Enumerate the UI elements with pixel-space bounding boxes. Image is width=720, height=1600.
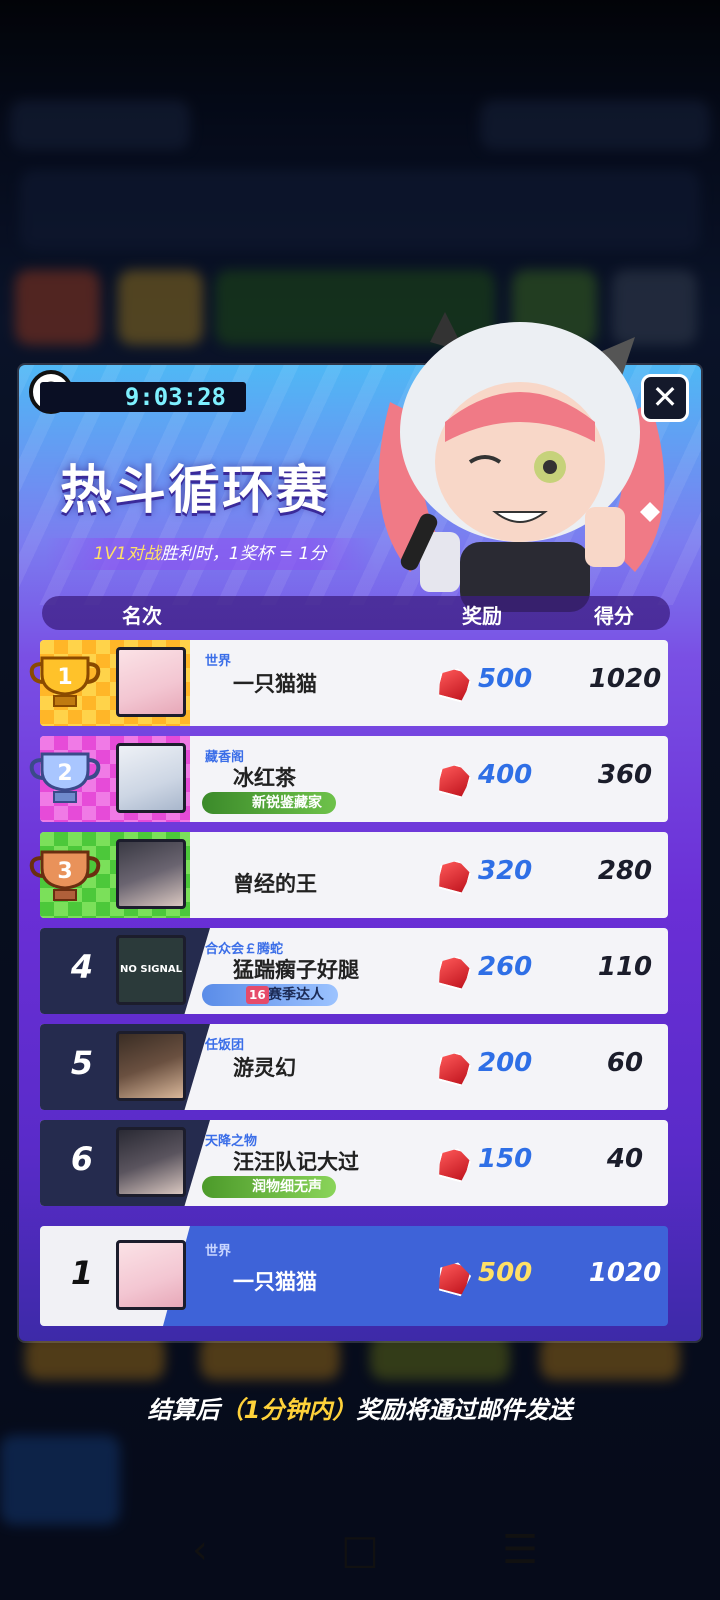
notice-part-1: 结算后 bbox=[147, 1396, 220, 1424]
page-title: 热斗循环赛 bbox=[60, 461, 331, 521]
guild-name: 世界 bbox=[205, 1244, 232, 1259]
player-name: 游灵幻 bbox=[233, 1056, 296, 1080]
rule-text: 1V1对战胜利时，1奖杯 = 1分 bbox=[45, 538, 375, 570]
system-nav-bar: ‹ □ ☰ bbox=[0, 1500, 720, 1600]
trophy-rank-2: 2 bbox=[57, 761, 72, 786]
silver-trophy-icon: 2 bbox=[29, 752, 101, 803]
gem-icon bbox=[434, 1144, 473, 1183]
gem-icon bbox=[434, 760, 473, 799]
gem-icon bbox=[434, 1258, 473, 1297]
score-value: 1020 bbox=[588, 664, 662, 694]
score-value: 110 bbox=[597, 952, 653, 982]
title-badge: 润物细无声 bbox=[202, 1176, 336, 1198]
back-icon[interactable]: ‹ bbox=[170, 1528, 230, 1572]
avatar bbox=[116, 1240, 186, 1310]
avatar bbox=[116, 743, 186, 813]
player-name: 冰红茶 bbox=[233, 766, 296, 790]
rank-number: 1 bbox=[70, 1254, 94, 1292]
rank-number: 4 bbox=[70, 948, 94, 986]
ranking-header: 名次 奖励 得分 bbox=[42, 596, 670, 630]
ranking-row-5[interactable]: 5 任饭团 游灵幻 200 60 bbox=[40, 1024, 668, 1110]
player-name: 汪汪队记大过 bbox=[233, 1150, 359, 1174]
rule-rest: 胜利时，1奖杯 = 1分 bbox=[160, 544, 327, 564]
header-score: 得分 bbox=[594, 604, 634, 628]
menu-icon[interactable]: ☰ bbox=[490, 1528, 550, 1572]
gem-icon bbox=[434, 664, 473, 703]
mascot-character-illustration bbox=[378, 312, 665, 612]
avatar bbox=[116, 1031, 186, 1101]
settlement-notice: 结算后（1分钟内）奖励将通过邮件发送 bbox=[0, 1390, 720, 1425]
header-reward: 奖励 bbox=[462, 604, 502, 628]
title-badge: 新锐鉴藏家 bbox=[202, 792, 336, 814]
notice-highlight: （1分钟内） bbox=[219, 1396, 357, 1424]
notice-part-2: 奖励将通过邮件发送 bbox=[356, 1396, 573, 1424]
reward-amount: 320 bbox=[478, 856, 533, 886]
gem-icon bbox=[434, 952, 473, 991]
trophy-rank-3: 3 bbox=[57, 859, 72, 884]
home-icon[interactable]: □ bbox=[330, 1528, 390, 1572]
bronze-trophy-icon: 3 bbox=[29, 850, 101, 901]
player-name: 猛踹瘸子好腿 bbox=[233, 958, 359, 982]
reward-amount: 400 bbox=[478, 760, 533, 790]
rank-number: 5 bbox=[70, 1044, 94, 1082]
score-value: 1020 bbox=[588, 1258, 662, 1288]
player-name: 一只猫猫 bbox=[233, 1270, 317, 1294]
guild-name: 任饭团 bbox=[205, 1038, 245, 1053]
gem-icon bbox=[434, 856, 473, 895]
reward-amount: 500 bbox=[478, 1258, 533, 1288]
header-rank: 名次 bbox=[122, 604, 162, 628]
score-value: 60 bbox=[606, 1048, 644, 1078]
avatar bbox=[116, 839, 186, 909]
countdown-timer: 9:03:28 bbox=[40, 382, 246, 412]
reward-amount: 150 bbox=[478, 1144, 533, 1174]
badge-text: 赛季达人 bbox=[268, 987, 324, 1003]
ranking-row-2[interactable]: 藏香阁 冰红茶 新锐鉴藏家 400 360 bbox=[40, 736, 668, 822]
badge-level: 16 bbox=[246, 986, 269, 1004]
close-button[interactable]: ✕ bbox=[641, 374, 689, 422]
trophy-rank-1: 1 bbox=[57, 665, 72, 690]
rank-number: 6 bbox=[70, 1140, 94, 1178]
avatar bbox=[116, 647, 186, 717]
gem-icon bbox=[434, 1048, 473, 1087]
ranking-row-6[interactable]: 6 天降之物 汪汪队记大过 润物细无声 150 40 bbox=[40, 1120, 668, 1206]
ranking-row-3[interactable]: 曾经的王 320 280 bbox=[40, 832, 668, 918]
reward-amount: 500 bbox=[478, 664, 533, 694]
gold-trophy-icon: 1 bbox=[29, 656, 101, 707]
reward-amount: 200 bbox=[478, 1048, 533, 1078]
avatar bbox=[116, 1127, 186, 1197]
rule-prefix: 1V1对战 bbox=[93, 544, 161, 564]
reward-amount: 260 bbox=[478, 952, 533, 982]
score-value: 280 bbox=[597, 856, 653, 886]
ranking-row-1[interactable]: 世界 一只猫猫 500 1020 bbox=[40, 640, 668, 726]
player-name: 一只猫猫 bbox=[233, 672, 317, 696]
title-badge: 16 赛季达人 bbox=[202, 984, 338, 1006]
score-value: 360 bbox=[597, 760, 653, 790]
player-name: 曾经的王 bbox=[233, 872, 317, 896]
avatar: NO SIGNAL bbox=[116, 935, 186, 1005]
my-ranking-row[interactable]: 1 世界 一只猫猫 500 1020 bbox=[40, 1226, 668, 1326]
guild-name: 世界 bbox=[205, 654, 232, 669]
ranking-row-4[interactable]: 4 NO SIGNAL 合众会￡腾蛇 猛踹瘸子好腿 16 赛季达人 260 11… bbox=[40, 928, 668, 1014]
score-value: 40 bbox=[606, 1144, 644, 1174]
close-icon: ✕ bbox=[651, 378, 679, 416]
